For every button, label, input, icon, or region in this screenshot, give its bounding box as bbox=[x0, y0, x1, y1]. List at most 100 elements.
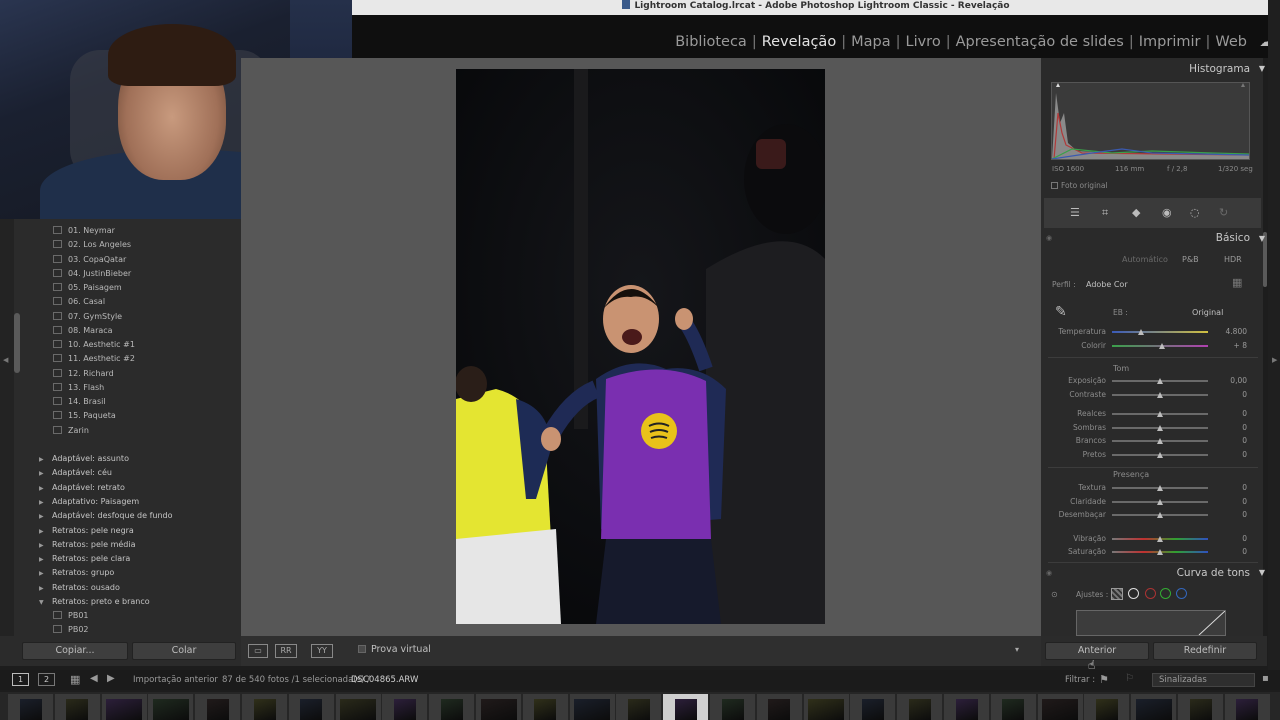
collapsed-triangle-icon[interactable]: ▶ bbox=[39, 525, 52, 539]
slider-value[interactable]: 0 bbox=[1207, 390, 1247, 399]
preset-item[interactable]: 14. Brasil bbox=[53, 395, 106, 409]
slider-thumb[interactable] bbox=[1157, 536, 1163, 542]
preset-group[interactable]: ▼ Retratos: preto e branco bbox=[39, 595, 150, 609]
tone-curve-graph[interactable] bbox=[1076, 610, 1226, 636]
toolbar-menu-icon[interactable]: ▾ bbox=[1011, 644, 1023, 658]
slider-thumb[interactable] bbox=[1158, 343, 1165, 349]
grid-view-icon[interactable]: ▦ bbox=[70, 673, 80, 686]
profile-select[interactable]: Adobe Cor bbox=[1086, 280, 1128, 289]
filter-select[interactable]: Sinalizadas bbox=[1152, 673, 1255, 687]
profile-browser-icon[interactable]: ▦ bbox=[1232, 276, 1242, 289]
slider-value[interactable]: 0 bbox=[1207, 409, 1247, 418]
reset-tool-icon[interactable]: ↻ bbox=[1219, 206, 1228, 219]
preset-item[interactable]: 11. Aesthetic #2 bbox=[53, 352, 135, 366]
module-revela-o[interactable]: Revelação bbox=[757, 34, 842, 50]
slider-value[interactable]: + 8 bbox=[1207, 341, 1247, 350]
histogram-collapse-icon[interactable]: ▼ bbox=[1259, 64, 1265, 73]
preset-group[interactable]: ▶ Retratos: ousado bbox=[39, 581, 120, 595]
screen2-button[interactable]: 2 bbox=[38, 673, 55, 686]
filmstrip-thumbnail[interactable] bbox=[569, 694, 615, 720]
slider-thumb[interactable] bbox=[1157, 425, 1163, 431]
slider-value[interactable]: 4.800 bbox=[1207, 327, 1247, 336]
back-arrow-icon[interactable]: ◀ bbox=[90, 673, 98, 684]
filmstrip-thumbnail[interactable] bbox=[195, 694, 241, 720]
treatment-hdr[interactable]: HDR bbox=[1224, 255, 1242, 264]
module-mapa[interactable]: Mapa bbox=[846, 34, 896, 50]
filmstrip-thumbnail[interactable] bbox=[944, 694, 989, 720]
preset-group[interactable]: ▶ Retratos: pele clara bbox=[39, 552, 130, 566]
tone-curve-title[interactable]: Curva de tons bbox=[1177, 567, 1250, 579]
collapsed-triangle-icon[interactable]: ▶ bbox=[39, 567, 52, 581]
filmstrip-thumbnail[interactable] bbox=[803, 694, 849, 720]
slider-value[interactable]: 0 bbox=[1207, 450, 1247, 459]
filmstrip-source[interactable]: Importação anterior bbox=[133, 675, 218, 685]
filmstrip-thumbnail[interactable] bbox=[242, 694, 287, 720]
filmstrip-thumbnail[interactable] bbox=[1037, 694, 1083, 720]
original-photo-toggle[interactable]: Foto original bbox=[1051, 181, 1108, 190]
collapsed-triangle-icon[interactable]: ▶ bbox=[39, 510, 52, 524]
basic-eye-icon[interactable]: ◉ bbox=[1046, 234, 1052, 242]
slider-value[interactable]: 0 bbox=[1207, 483, 1247, 492]
treatment-auto[interactable]: Automático bbox=[1122, 255, 1168, 264]
filmstrip-thumbnail[interactable] bbox=[429, 694, 475, 720]
wb-eyedropper-icon[interactable]: ✎ bbox=[1055, 304, 1067, 320]
tone-curve-parametric-icon[interactable] bbox=[1111, 588, 1123, 600]
preset-group[interactable]: ▶ Adaptável: desfoque de fundo bbox=[39, 509, 173, 523]
tone-curve-red-icon[interactable] bbox=[1145, 588, 1156, 599]
flag-filter-icon[interactable]: ⚑ bbox=[1099, 673, 1109, 686]
slider-track[interactable] bbox=[1112, 331, 1208, 333]
module-biblioteca[interactable]: Biblioteca bbox=[670, 34, 752, 50]
healing-icon[interactable]: ◆ bbox=[1132, 206, 1140, 219]
forward-arrow-icon[interactable]: ▶ bbox=[107, 673, 115, 684]
basic-collapse-icon[interactable]: ▼ bbox=[1259, 234, 1265, 243]
slider-value[interactable]: 0 bbox=[1207, 497, 1247, 506]
histogram-title[interactable]: Histograma bbox=[1189, 63, 1250, 75]
slider-value[interactable]: 0 bbox=[1207, 534, 1247, 543]
module-web[interactable]: Web bbox=[1210, 34, 1252, 50]
slider-thumb[interactable] bbox=[1157, 499, 1163, 505]
filmstrip-thumbnail[interactable] bbox=[710, 694, 755, 720]
crop-icon[interactable]: ⌗ bbox=[1102, 206, 1108, 220]
preset-group[interactable]: ▶ Adaptável: retrato bbox=[39, 481, 125, 495]
preset-group[interactable]: ▶ Retratos: pele negra bbox=[39, 524, 134, 538]
filmstrip-thumbnail[interactable] bbox=[54, 694, 100, 720]
module-apresenta-o-de-slides[interactable]: Apresentação de slides bbox=[951, 34, 1129, 50]
filmstrip-thumbnail[interactable] bbox=[897, 694, 943, 720]
preset-item[interactable]: PB02 bbox=[53, 623, 89, 637]
reject-filter-icon[interactable]: ⚐ bbox=[1125, 673, 1134, 684]
module-imprimir[interactable]: Imprimir bbox=[1134, 34, 1206, 50]
slider-thumb[interactable] bbox=[1157, 411, 1163, 417]
preset-group[interactable]: ▶ Adaptativo: Paisagem bbox=[39, 495, 139, 509]
basic-title[interactable]: Básico bbox=[1216, 232, 1250, 244]
preset-item[interactable]: 04. JustinBieber bbox=[53, 267, 131, 281]
filter-lock-icon[interactable]: ▪ bbox=[1262, 673, 1269, 684]
preset-item[interactable]: Zarin bbox=[53, 424, 89, 438]
soft-proof-checkbox[interactable] bbox=[358, 645, 366, 653]
filmstrip-thumbnail[interactable] bbox=[756, 694, 802, 720]
preset-item[interactable]: 03. CopaQatar bbox=[53, 253, 126, 267]
collapsed-triangle-icon[interactable]: ▶ bbox=[39, 582, 52, 596]
preset-group[interactable]: ▶ Retratos: grupo bbox=[39, 566, 114, 580]
tone-curve-blue-icon[interactable] bbox=[1176, 588, 1187, 599]
expanded-triangle-icon[interactable]: ▼ bbox=[39, 596, 52, 610]
histogram-graph[interactable] bbox=[1051, 82, 1250, 160]
tone-curve-eye-icon[interactable]: ◉ bbox=[1046, 569, 1052, 577]
preset-item[interactable]: 13. Flash bbox=[53, 381, 104, 395]
compare-icon[interactable]: YY bbox=[311, 644, 333, 658]
treatment-bw[interactable]: P&B bbox=[1182, 255, 1199, 264]
filmstrip-thumbnail[interactable] bbox=[850, 694, 896, 720]
tone-curve-target-icon[interactable]: ⊙ bbox=[1051, 590, 1058, 599]
filmstrip-thumbnail[interactable] bbox=[663, 694, 709, 720]
loupe-view-icon[interactable]: ▭ bbox=[248, 644, 268, 658]
previous-button[interactable]: Anterior bbox=[1045, 642, 1149, 660]
slider-value[interactable]: 0 bbox=[1207, 423, 1247, 432]
slider-value[interactable]: 0 bbox=[1207, 547, 1247, 556]
tone-curve-green-icon[interactable] bbox=[1160, 588, 1171, 599]
filmstrip-thumbnail[interactable] bbox=[288, 694, 334, 720]
slider-thumb[interactable] bbox=[1157, 438, 1163, 444]
filmstrip-thumbnail[interactable] bbox=[335, 694, 381, 720]
slider-thumb[interactable] bbox=[1157, 392, 1163, 398]
screen1-button[interactable]: 1 bbox=[12, 673, 29, 686]
reset-button[interactable]: Redefinir bbox=[1153, 642, 1257, 660]
collapsed-triangle-icon[interactable]: ▶ bbox=[39, 539, 52, 553]
